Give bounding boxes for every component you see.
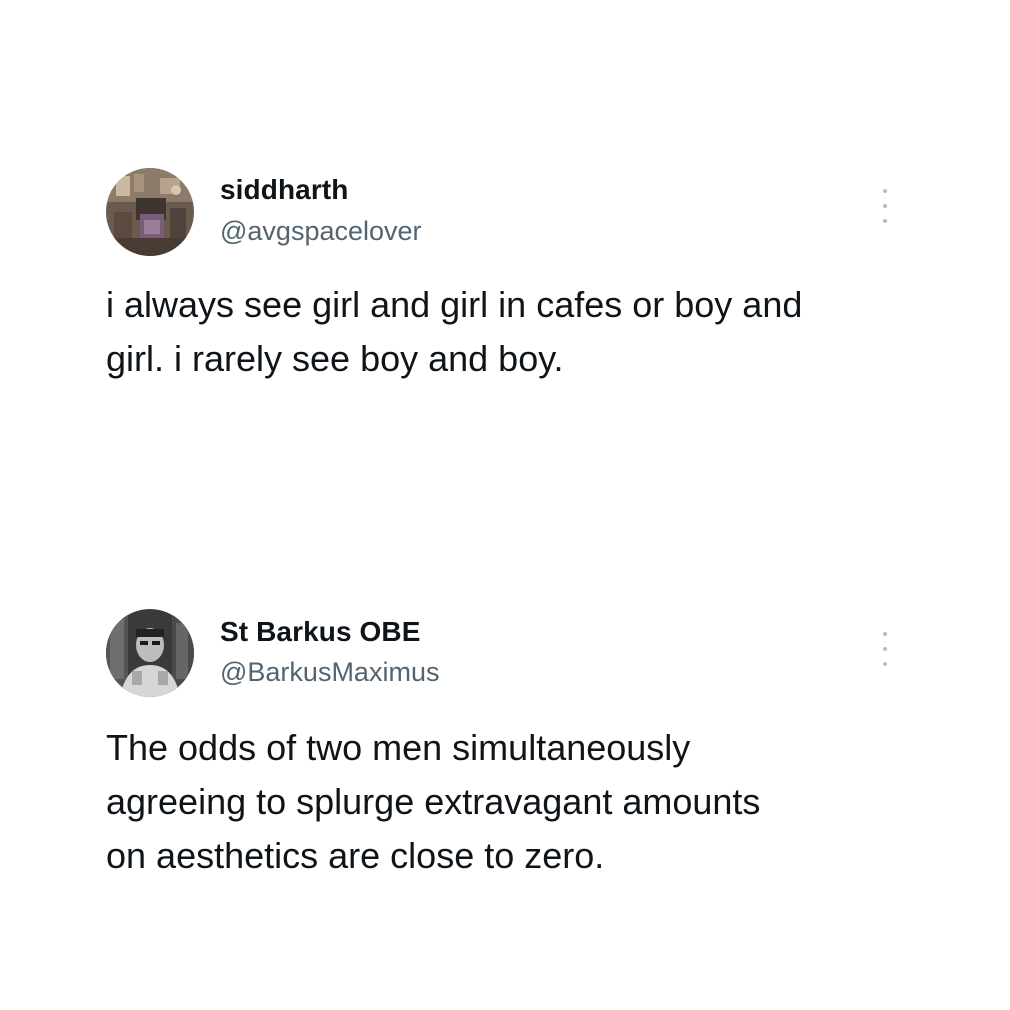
more-vertical-icon[interactable]	[879, 189, 891, 223]
avatar-image	[106, 168, 194, 256]
user-handle[interactable]: @BarkusMaximus	[220, 657, 439, 688]
avatar[interactable]	[106, 609, 194, 697]
user-handle[interactable]: @avgspacelover	[220, 216, 422, 247]
more-vertical-icon[interactable]	[879, 632, 891, 666]
avatar[interactable]	[106, 168, 194, 256]
display-name[interactable]: St Barkus OBE	[220, 616, 420, 648]
tweet-text: The odds of two men simultaneously agree…	[106, 727, 761, 876]
avatar-image	[106, 609, 194, 697]
display-name[interactable]: siddharth	[220, 174, 348, 206]
tweet-text: i always see girl and girl in cafes or b…	[106, 284, 803, 379]
